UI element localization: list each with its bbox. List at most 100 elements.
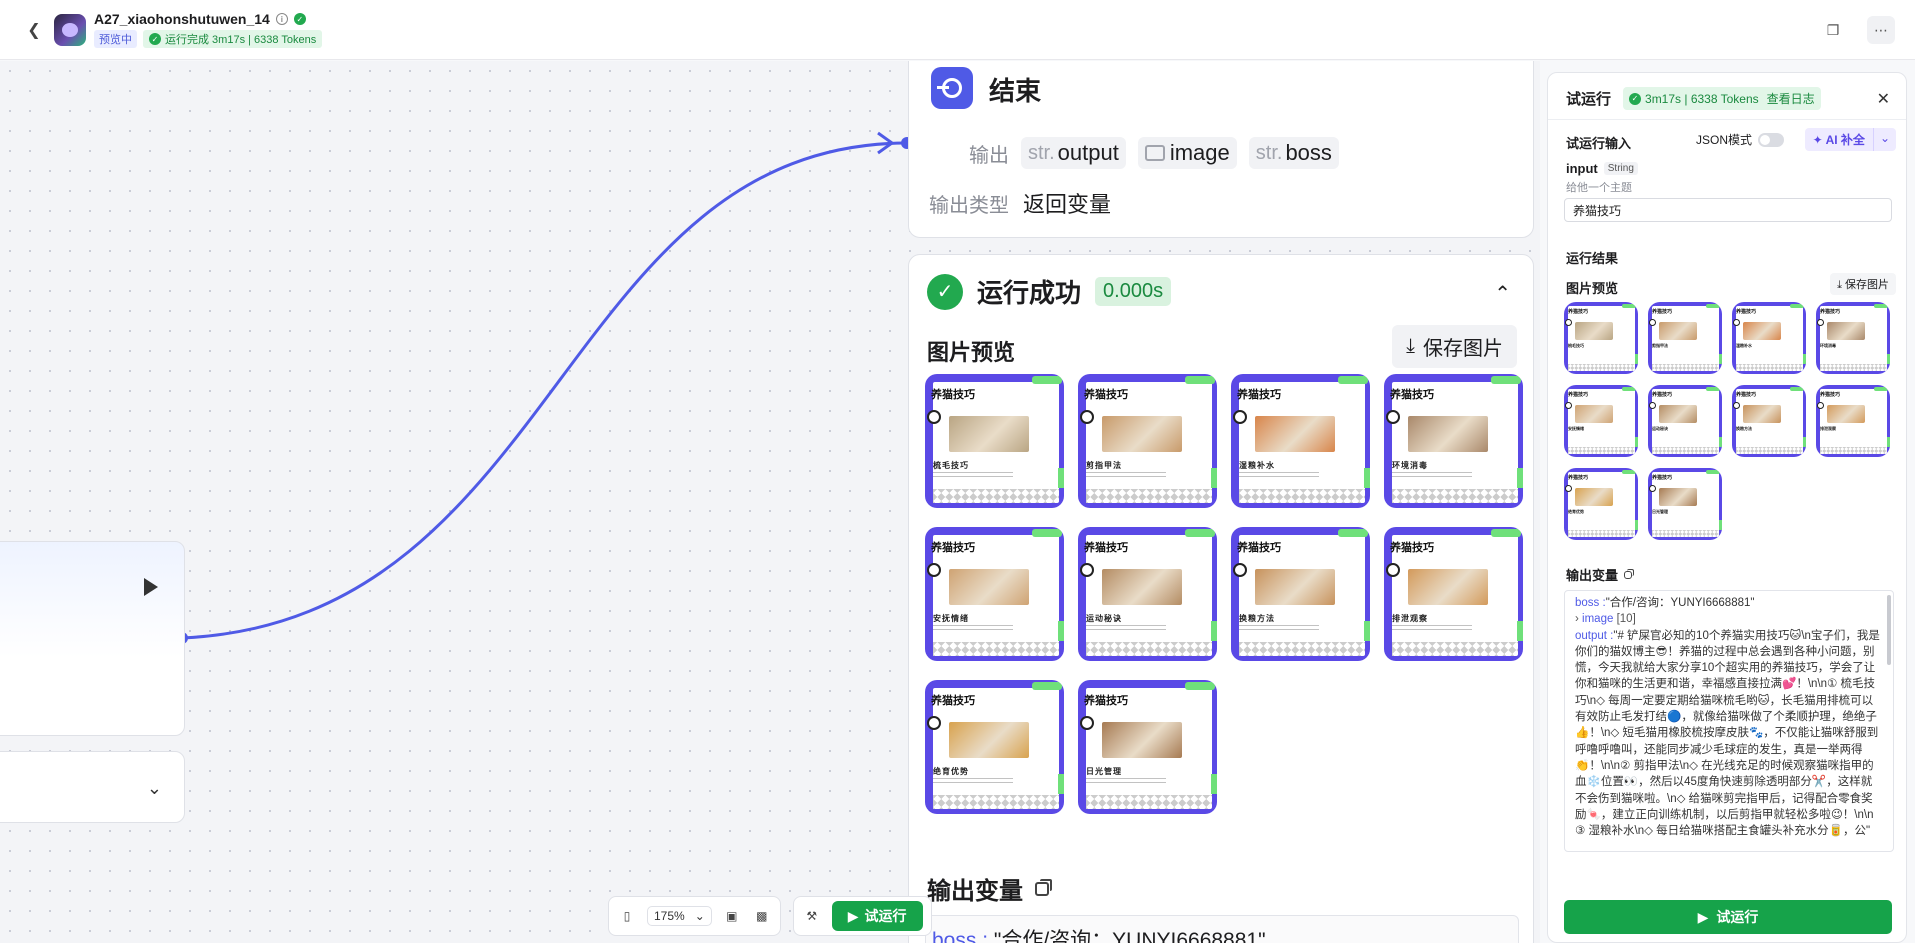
image-thumbnail[interactable]: 养猫技巧 日光管理: [1078, 680, 1217, 814]
minimap-icon[interactable]: ▩: [752, 906, 772, 926]
image-thumbnail[interactable]: 养猫技巧 梳毛技巧: [1564, 302, 1638, 374]
chevron-down-icon[interactable]: ⌄: [1872, 128, 1896, 151]
app-name: A27_xiaohonshutuwen_14: [94, 11, 270, 27]
thumbnail-subtitle: 绝育优势: [933, 767, 969, 776]
play-icon[interactable]: [144, 578, 158, 596]
workflow-canvas[interactable]: ⌄ 结束 输出 str. output image str. boss 输出类型 返…: [0, 61, 1540, 943]
end-node[interactable]: 结束 输出 str. output image str. boss 输出类型 返回变…: [908, 61, 1534, 238]
thumbnail-accent: [1706, 470, 1720, 474]
more-icon[interactable]: ⋯: [1867, 16, 1895, 44]
thumbnail-title: 养猫技巧: [1084, 542, 1128, 554]
image-thumbnail[interactable]: 养猫技巧 安抚情绪: [925, 527, 1064, 661]
thumbnail-accent: [1635, 437, 1638, 447]
end-node-output-type: 输出类型 返回变量: [929, 187, 1111, 219]
download-icon: ⤓: [1837, 279, 1842, 291]
chevron-down-icon[interactable]: ⌄: [147, 778, 162, 799]
thumbnail-title: 养猫技巧: [1820, 392, 1841, 398]
chevron-down-icon: ⌄: [694, 909, 705, 923]
thumbnail-subtitle: 湿粮补水: [1736, 343, 1752, 348]
thumbnail-accent: [1719, 437, 1722, 447]
thumbnail-title: 养猫技巧: [1237, 389, 1281, 401]
image-thumbnail[interactable]: 养猫技巧 湿粮补水: [1231, 374, 1370, 508]
thumbnail-text-lines: [933, 778, 1013, 786]
test-run-button[interactable]: ▶ 试运行: [831, 901, 923, 931]
thumbnail-subtitle: 剪指甲法: [1086, 461, 1122, 470]
image-thumbnail[interactable]: 养猫技巧 剪指甲法: [1078, 374, 1217, 508]
thumbnail-accent: [1887, 354, 1890, 364]
image-thumbnail[interactable]: 养猫技巧 梳毛技巧: [925, 374, 1064, 508]
image-thumbnail[interactable]: 养猫技巧 换粮方法: [1231, 527, 1370, 661]
thumbnail-accent: [1032, 529, 1062, 537]
previous-node[interactable]: [0, 541, 185, 736]
thumbnail-text-lines: [1239, 625, 1319, 633]
thumbnail-text-lines: [1392, 625, 1472, 633]
scrollbar[interactable]: [1887, 595, 1891, 665]
info-icon[interactable]: i: [275, 13, 288, 25]
var-key-boss: boss :: [932, 929, 989, 943]
panel-test-run-button[interactable]: ▶ 试运行: [1564, 900, 1892, 934]
copy-icon[interactable]: [1035, 878, 1052, 896]
input-field[interactable]: [1564, 198, 1892, 222]
magnifier-icon: [1080, 410, 1094, 424]
thumbnail-accent: [1635, 354, 1638, 364]
run-status-text: 运行完成 3m17s | 6338 Tokens: [165, 34, 317, 46]
json-mode-toggle[interactable]: JSON模式: [1696, 131, 1785, 148]
view-log-link[interactable]: 查看日志: [1767, 90, 1815, 107]
sparkle-icon: ✦: [1812, 133, 1823, 147]
thumbnail-accent: [1622, 470, 1636, 474]
thumbnail-subtitle: 运动秘诀: [1652, 426, 1668, 431]
image-thumbnail[interactable]: 养猫技巧 排泄观察: [1384, 527, 1523, 661]
image-thumbnail[interactable]: 养猫技巧 运动秘诀: [1078, 527, 1217, 661]
window-icon[interactable]: ❐: [1819, 16, 1847, 44]
app-title-block: A27_xiaohonshutuwen_14 i ✓ 预览中 ✓ 运行完成 3m…: [94, 11, 323, 48]
thumbnail-title: 养猫技巧: [1652, 392, 1673, 398]
ai-fill-button[interactable]: ✦ AI 补全 ⌄: [1804, 128, 1896, 151]
thumbnail-accent: [1364, 468, 1370, 488]
thumbnail-title: 养猫技巧: [931, 542, 975, 554]
image-thumbnail[interactable]: 养猫技巧 安抚情绪: [1564, 385, 1638, 457]
panel-save-images-button[interactable]: ⤓ 保存图片: [1830, 273, 1896, 295]
thumbnail-subtitle: 环境消毒: [1820, 343, 1836, 348]
thumbnail-subtitle: 日光管理: [1086, 767, 1122, 776]
copy-icon[interactable]: [1624, 568, 1635, 579]
save-images-button[interactable]: ⤓ 保存图片: [1392, 325, 1517, 368]
magnifier-icon: [1733, 402, 1740, 409]
image-thumbnail[interactable]: 养猫技巧 剪指甲法: [1648, 302, 1722, 374]
thumbnail-accent: [1874, 304, 1888, 308]
magnifier-icon: [1817, 319, 1824, 326]
image-thumbnail[interactable]: 养猫技巧 绝育优势: [1564, 468, 1638, 540]
thumbnail-photo: [949, 416, 1029, 452]
mouse-icon[interactable]: ▯: [617, 906, 637, 926]
thumbnail-photo: [1743, 405, 1781, 423]
previous-node-collapsed[interactable]: ⌄: [0, 751, 185, 823]
image-thumbnail[interactable]: 养猫技巧 排泄观察: [1816, 385, 1890, 457]
magnifier-icon: [1649, 402, 1656, 409]
thumbnail-accent: [1491, 376, 1521, 384]
chevron-up-icon[interactable]: ⌃: [1494, 281, 1511, 306]
image-thumbnail[interactable]: 养猫技巧 日光管理: [1648, 468, 1722, 540]
thumbnail-subtitle: 梳毛技巧: [1568, 343, 1584, 348]
thumbnail-title: 养猫技巧: [1652, 309, 1673, 315]
image-icon[interactable]: ▣: [722, 906, 742, 926]
run-time-badge: 0.000s: [1095, 277, 1172, 306]
toggle-switch[interactable]: [1758, 132, 1785, 147]
image-thumbnail[interactable]: 养猫技巧 换粮方法: [1732, 385, 1806, 457]
thumbnail-text-lines: [933, 625, 1013, 633]
panel-title: 试运行: [1566, 91, 1612, 108]
output-json-viewer[interactable]: boss :"合作/咨询：YUNYI6668881" › image [10] …: [1564, 590, 1894, 852]
image-thumbnail[interactable]: 养猫技巧 绝育优势: [925, 680, 1064, 814]
image-thumbnail[interactable]: 养猫技巧 环境消毒: [1816, 302, 1890, 374]
image-thumbnail[interactable]: 养猫技巧 环境消毒: [1384, 374, 1523, 508]
output-chip-output: str. output: [1021, 137, 1126, 169]
thumbnail-accent: [1790, 387, 1804, 391]
magnifier-icon: [1649, 485, 1656, 492]
tool-icon[interactable]: ⚒: [802, 906, 822, 926]
zoom-select[interactable]: 175% ⌄: [647, 906, 712, 926]
chevron-right-icon[interactable]: ›: [1575, 613, 1579, 625]
image-thumbnail[interactable]: 养猫技巧 运动秘诀: [1648, 385, 1722, 457]
image-thumbnail[interactable]: 养猫技巧 湿粮补水: [1732, 302, 1806, 374]
close-icon[interactable]: ✕: [1877, 89, 1890, 109]
thumbnail-accent: [1211, 468, 1217, 488]
back-icon[interactable]: ❮: [22, 18, 46, 42]
thumbnail-accent: [1874, 387, 1888, 391]
